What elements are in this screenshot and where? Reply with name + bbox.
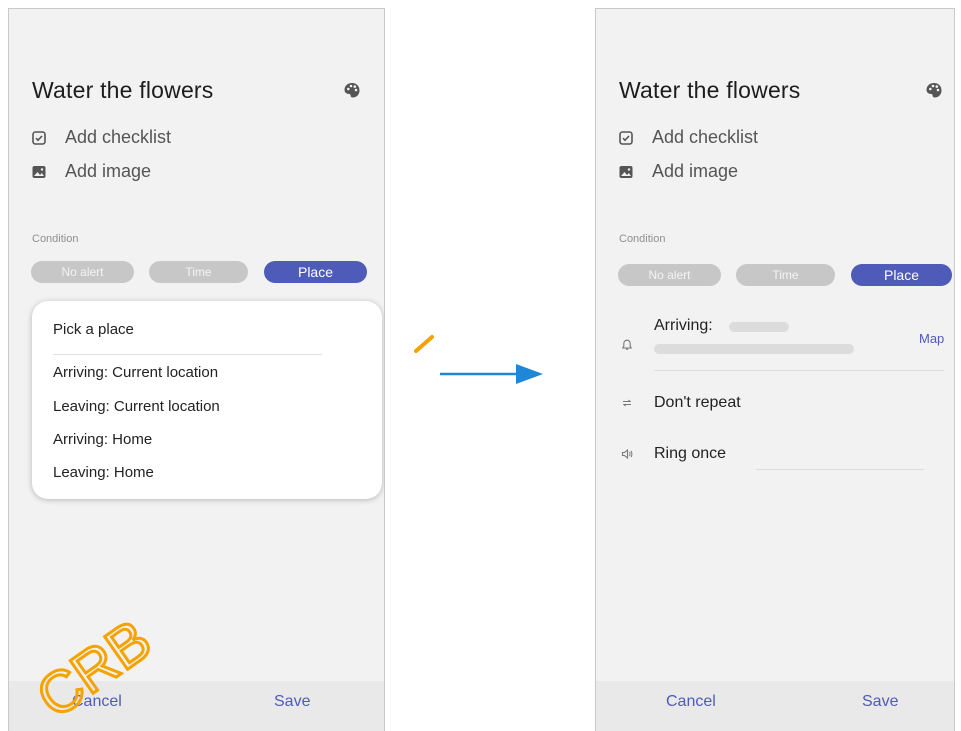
- checklist-icon: [619, 130, 633, 145]
- watermark: CRB: [24, 606, 165, 731]
- highlight-stroke-icon: [414, 335, 434, 353]
- checklist-icon: [32, 130, 46, 145]
- bell-icon: [621, 339, 633, 350]
- chip-place[interactable]: Place: [851, 264, 952, 286]
- add-checklist-option[interactable]: Add checklist: [619, 127, 758, 148]
- add-checklist-option[interactable]: Add checklist: [32, 127, 171, 148]
- svg-text:CRB: CRB: [25, 607, 163, 730]
- arriving-label: Arriving:: [654, 317, 713, 334]
- dropdown-item-leaving-current[interactable]: Leaving: Current location: [53, 398, 220, 415]
- chip-no-alert[interactable]: No alert: [31, 261, 134, 283]
- reminder-title[interactable]: Water the flowers: [619, 77, 801, 104]
- bottom-action-bar: Cancel Save: [596, 681, 954, 731]
- chip-time[interactable]: Time: [149, 261, 248, 283]
- dropdown-item-leaving-home[interactable]: Leaving: Home: [53, 464, 154, 481]
- dropdown-item-arriving-current[interactable]: Arriving: Current location: [53, 364, 218, 381]
- image-icon: [32, 165, 46, 178]
- ring-label: Ring once: [654, 445, 727, 462]
- condition-label: Condition: [32, 233, 79, 245]
- blurred-address: [654, 344, 854, 354]
- blurred-place-name: [729, 322, 789, 332]
- pick-place-header: Pick a place: [53, 321, 134, 338]
- palette-icon[interactable]: [343, 81, 361, 99]
- add-image-label: Add image: [652, 161, 739, 181]
- map-link[interactable]: Map: [919, 331, 944, 346]
- add-image-option[interactable]: Add image: [32, 161, 151, 182]
- repeat-label: Don't repeat: [654, 394, 741, 411]
- arriving-divider: [654, 370, 944, 371]
- reminder-title[interactable]: Water the flowers: [32, 77, 214, 104]
- arrow-right-icon: [440, 364, 543, 384]
- dropdown-divider: [53, 354, 322, 355]
- right-phone-screen: Water the flowers Add checklist Add imag…: [595, 8, 955, 731]
- ring-divider: [756, 469, 924, 470]
- image-icon: [619, 165, 633, 178]
- arriving-row[interactable]: Arriving: Map: [596, 317, 954, 373]
- add-image-label: Add image: [65, 161, 152, 181]
- sound-icon: [621, 448, 633, 460]
- chip-place[interactable]: Place: [264, 261, 367, 283]
- chip-time[interactable]: Time: [736, 264, 835, 286]
- condition-label: Condition: [619, 233, 666, 245]
- chip-no-alert[interactable]: No alert: [618, 264, 721, 286]
- cancel-button[interactable]: Cancel: [666, 693, 716, 711]
- save-button[interactable]: Save: [862, 693, 898, 711]
- add-checklist-label: Add checklist: [652, 127, 759, 147]
- add-checklist-label: Add checklist: [65, 127, 172, 147]
- ring-row[interactable]: Ring once: [596, 443, 954, 473]
- place-dropdown: Pick a place Arriving: Current location …: [32, 301, 382, 499]
- palette-icon[interactable]: [925, 81, 943, 99]
- repeat-row[interactable]: Don't repeat: [596, 392, 954, 416]
- repeat-icon: [622, 399, 632, 407]
- save-button[interactable]: Save: [274, 693, 310, 711]
- add-image-option[interactable]: Add image: [619, 161, 738, 182]
- dropdown-item-arriving-home[interactable]: Arriving: Home: [53, 431, 152, 448]
